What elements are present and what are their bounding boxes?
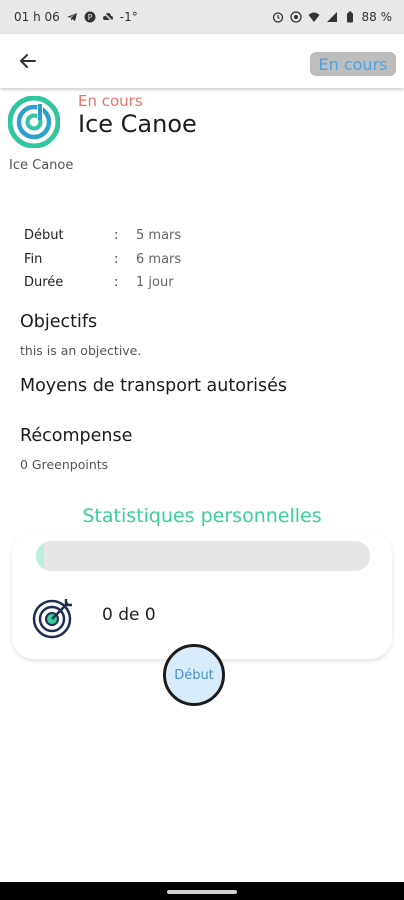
battery-icon [346, 11, 353, 23]
app-logo-icon [8, 96, 60, 148]
detail-value: 1 jour [136, 275, 174, 291]
cloud-off-icon [102, 11, 114, 23]
progress-count: 0 de 0 [102, 605, 156, 625]
telegram-icon [66, 13, 77, 21]
status-chip: En cours [310, 52, 396, 76]
arrow-left-icon [20, 54, 36, 68]
eye-icon [289, 11, 302, 23]
challenge-subtitle: Ice Canoe [9, 158, 74, 173]
svg-text:P: P [87, 13, 92, 22]
p-icon: P [84, 11, 96, 23]
start-button[interactable]: Début [163, 644, 225, 706]
status-bar: 01 h 06 P -1° 88 % [0, 0, 404, 34]
challenge-details: Début : 5 mars Fin : 6 mars Durée : 1 jo… [24, 224, 264, 295]
app-bar: En cours [0, 34, 404, 88]
progress-fill [36, 541, 44, 571]
challenge-title: Ice Canoe [78, 110, 197, 138]
detail-row-end: Fin : 6 mars [24, 248, 264, 272]
detail-label: Durée [24, 275, 64, 291]
stats-card: 0 de 0 [12, 533, 392, 659]
battery-level: 88 % [361, 10, 393, 24]
home-gesture-pill[interactable] [167, 890, 237, 894]
detail-separator: : [114, 251, 119, 267]
detail-value: 6 mars [136, 251, 182, 267]
clock-time: 01 h 06 [14, 10, 60, 24]
detail-row-duration: Durée : 1 jour [24, 271, 264, 295]
detail-label: Fin [24, 251, 43, 267]
alarm-icon [272, 12, 283, 23]
wifi-icon [308, 12, 319, 22]
target-icon [32, 599, 72, 639]
detail-separator: : [114, 228, 119, 244]
detail-label: Début [24, 228, 64, 244]
signal-icon [326, 12, 337, 22]
reward-text: 0 Greenpoints [20, 457, 109, 472]
temperature: -1° [119, 10, 138, 24]
detail-row-start: Début : 5 mars [24, 224, 264, 248]
objectives-text: this is an objective. [20, 343, 142, 358]
challenge-status: En cours [78, 92, 143, 110]
progress-bar [36, 541, 370, 571]
stats-heading: Statistiques personnelles [82, 505, 322, 527]
reward-heading: Récompense [20, 426, 133, 446]
detail-separator: : [114, 275, 119, 291]
detail-value: 5 mars [136, 228, 182, 244]
transport-heading: Moyens de transport autorisés [20, 376, 288, 396]
back-button[interactable] [12, 46, 44, 76]
objectives-heading: Objectifs [20, 312, 98, 332]
